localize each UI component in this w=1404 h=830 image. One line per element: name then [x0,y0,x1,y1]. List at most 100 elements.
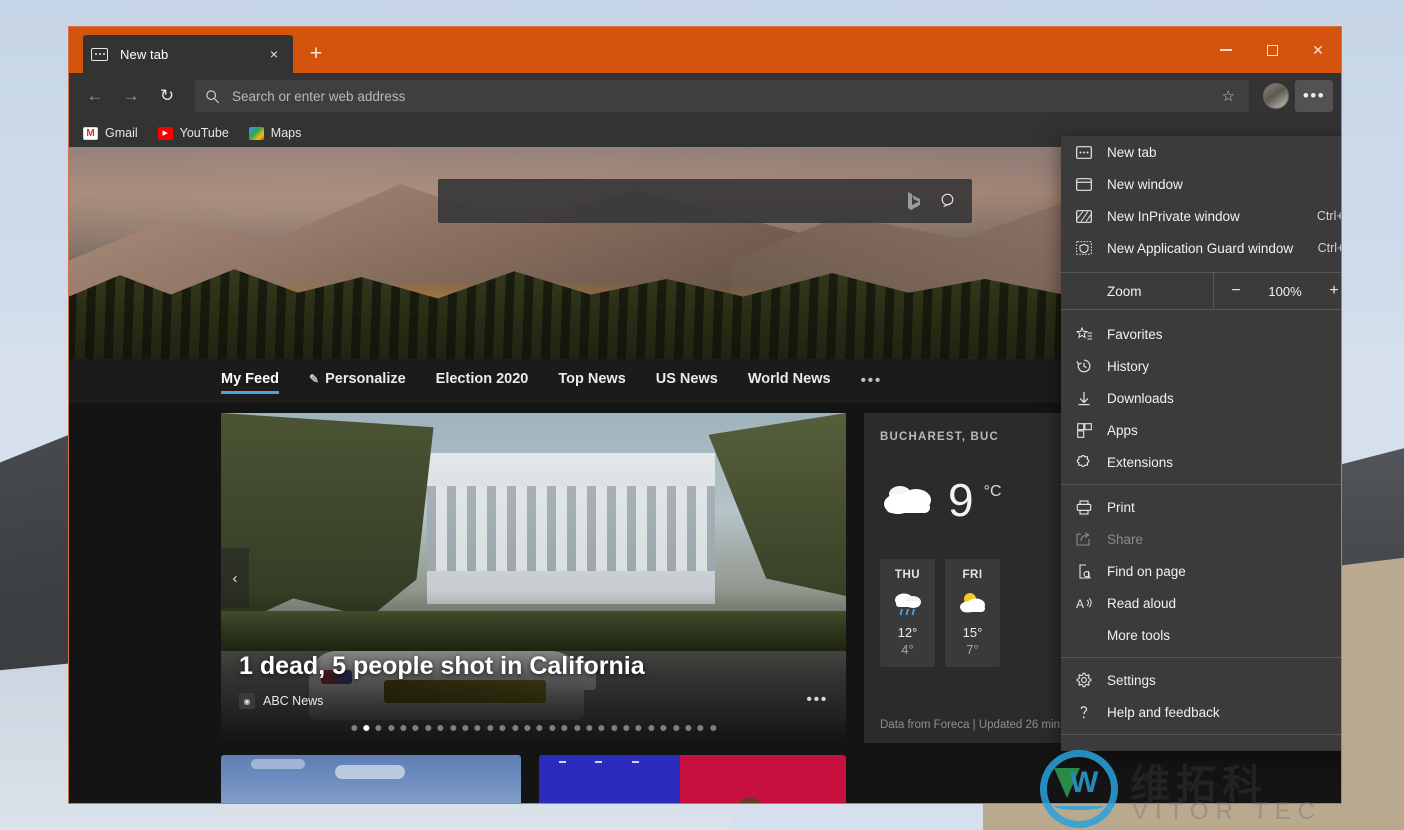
settings-and-more-button[interactable]: ••• [1295,80,1333,112]
refresh-button[interactable]: ↻ [149,78,185,114]
carousel-dot[interactable] [648,725,654,731]
menu-item-find-on-page[interactable]: Find on page Ctrl+F [1061,555,1342,587]
card-flag-red [680,755,846,804]
tab-title: New tab [120,47,263,62]
news-photo-windows [427,486,715,572]
bookmark-label: Maps [271,126,302,140]
carousel-dot[interactable] [450,725,456,731]
feed-tab-top-news[interactable]: Top News [558,371,625,392]
feed-tab-my-feed[interactable]: My Feed [221,371,279,392]
forecast-low: 4° [880,642,935,657]
menu-item-extensions[interactable]: Extensions [1061,446,1342,478]
feed-nav-more-button[interactable]: ••• [861,372,882,390]
favorite-star-icon[interactable]: ☆ [1218,87,1239,105]
address-bar[interactable]: Search or enter web address ☆ [195,80,1249,112]
carousel-dot[interactable] [685,725,691,731]
menu-item-print[interactable]: Print Ctrl+P [1061,491,1342,523]
menu-item-history[interactable]: History › [1061,350,1342,382]
forecast-day[interactable]: THU 12° 4° [880,559,935,667]
carousel-dot[interactable] [363,725,369,731]
carousel-dot[interactable] [475,725,481,731]
menu-item-apps[interactable]: Apps › [1061,414,1342,446]
carousel-dot[interactable] [376,725,382,731]
carousel-dot[interactable] [524,725,530,731]
menu-item-read-aloud[interactable]: A Read aloud [1061,587,1342,619]
minimize-button[interactable] [1203,27,1249,73]
menu-item-new-window[interactable]: New window Ctrl+N [1061,168,1342,200]
carousel-dot[interactable] [537,725,543,731]
news-card-partial-1[interactable] [221,755,521,804]
address-input[interactable]: Search or enter web address [232,89,1218,104]
carousel-dot[interactable] [438,725,444,731]
magnifier-icon[interactable] [940,192,958,210]
menu-item-label: Settings [1107,673,1342,688]
feed-tab-world-news[interactable]: World News [748,371,831,392]
zoom-in-button[interactable]: + [1312,282,1342,300]
menu-item-close-microsoft-edge[interactable]: Close Microsoft Edge [1061,741,1342,751]
carousel-dot[interactable] [574,725,580,731]
bookmark-gmail[interactable]: M Gmail [83,126,138,140]
carousel-dot[interactable] [661,725,667,731]
carousel-dot[interactable] [462,725,468,731]
carousel-dot[interactable] [549,725,555,731]
feed-tab-us-news[interactable]: US News [656,371,718,392]
zoom-out-button[interactable]: − [1214,282,1258,300]
carousel-dot[interactable] [400,725,406,731]
carousel-dot[interactable] [710,725,716,731]
forecast-day-label: FRI [945,569,1000,581]
carousel-dot[interactable] [413,725,419,731]
carousel-dot[interactable] [500,725,506,731]
menu-item-new-application-guard-window[interactable]: New Application Guard window Ctrl+Shift+… [1061,232,1342,264]
carousel-dot[interactable] [673,725,679,731]
gear-icon [1061,672,1107,688]
weather-footer: Data from Foreca | Updated 26 mins ago [880,719,1088,731]
carousel-dot[interactable] [487,725,493,731]
menu-item-label: New window [1107,177,1342,192]
bookmark-youtube[interactable]: ▶ YouTube [158,126,229,140]
feed-tab-election-2020[interactable]: Election 2020 [436,371,529,392]
menu-item-new-inprivate-window[interactable]: New InPrivate window Ctrl+Shift+N [1061,200,1342,232]
window-controls: ✕ [1203,27,1341,73]
feed-tab-personalize[interactable]: ✎ Personalize [309,371,406,392]
feed-tab-label: Personalize [325,371,406,387]
maximize-button[interactable] [1249,27,1295,73]
carousel-dot[interactable] [425,725,431,731]
carousel-dot[interactable] [351,725,357,731]
favorites-star-icon [1061,327,1107,342]
menu-item-settings[interactable]: Settings [1061,664,1342,696]
carousel-dot[interactable] [636,725,642,731]
news-card-more-button[interactable]: ••• [806,691,828,709]
forecast-high: 15° [945,625,1000,640]
carousel-dot[interactable] [388,725,394,731]
menu-item-downloads[interactable]: Downloads Ctrl+J [1061,382,1342,414]
carousel-dot[interactable] [586,725,592,731]
forecast-day[interactable]: FRI 15° 7° [945,559,1000,667]
browser-tab[interactable]: New tab × [83,35,293,73]
printer-icon [1061,500,1107,515]
menu-item-favorites[interactable]: Favorites › [1061,318,1342,350]
menu-item-new-tab[interactable]: New tab Ctrl+T [1061,136,1342,168]
news-card-partial-2[interactable] [539,755,846,804]
menu-item-help-and-feedback[interactable]: Help and feedback › [1061,696,1342,728]
forward-button[interactable]: → [113,78,149,114]
carousel-dot[interactable] [599,725,605,731]
hero-news-card[interactable]: ‹ 1 dead, 5 people shot in California ◉ … [221,413,846,743]
carousel-dot[interactable] [611,725,617,731]
menu-item-label: Read aloud [1107,596,1342,611]
window-close-button[interactable]: ✕ [1295,27,1341,73]
carousel-dot[interactable] [698,725,704,731]
carousel-dot[interactable] [512,725,518,731]
new-tab-button[interactable]: + [301,39,331,69]
forecast-high: 12° [880,625,935,640]
menu-item-more-tools[interactable]: More tools › [1061,619,1342,651]
avatar[interactable] [1263,83,1289,109]
carousel-dots[interactable] [351,725,716,731]
weather-unit: °C [984,483,1002,501]
close-icon[interactable]: × [263,43,285,65]
back-button[interactable]: ← [77,78,113,114]
carousel-prev-button[interactable]: ‹ [221,548,249,608]
bing-search-box[interactable] [438,179,972,223]
bookmark-maps[interactable]: Maps [249,126,302,140]
carousel-dot[interactable] [561,725,567,731]
carousel-dot[interactable] [623,725,629,731]
